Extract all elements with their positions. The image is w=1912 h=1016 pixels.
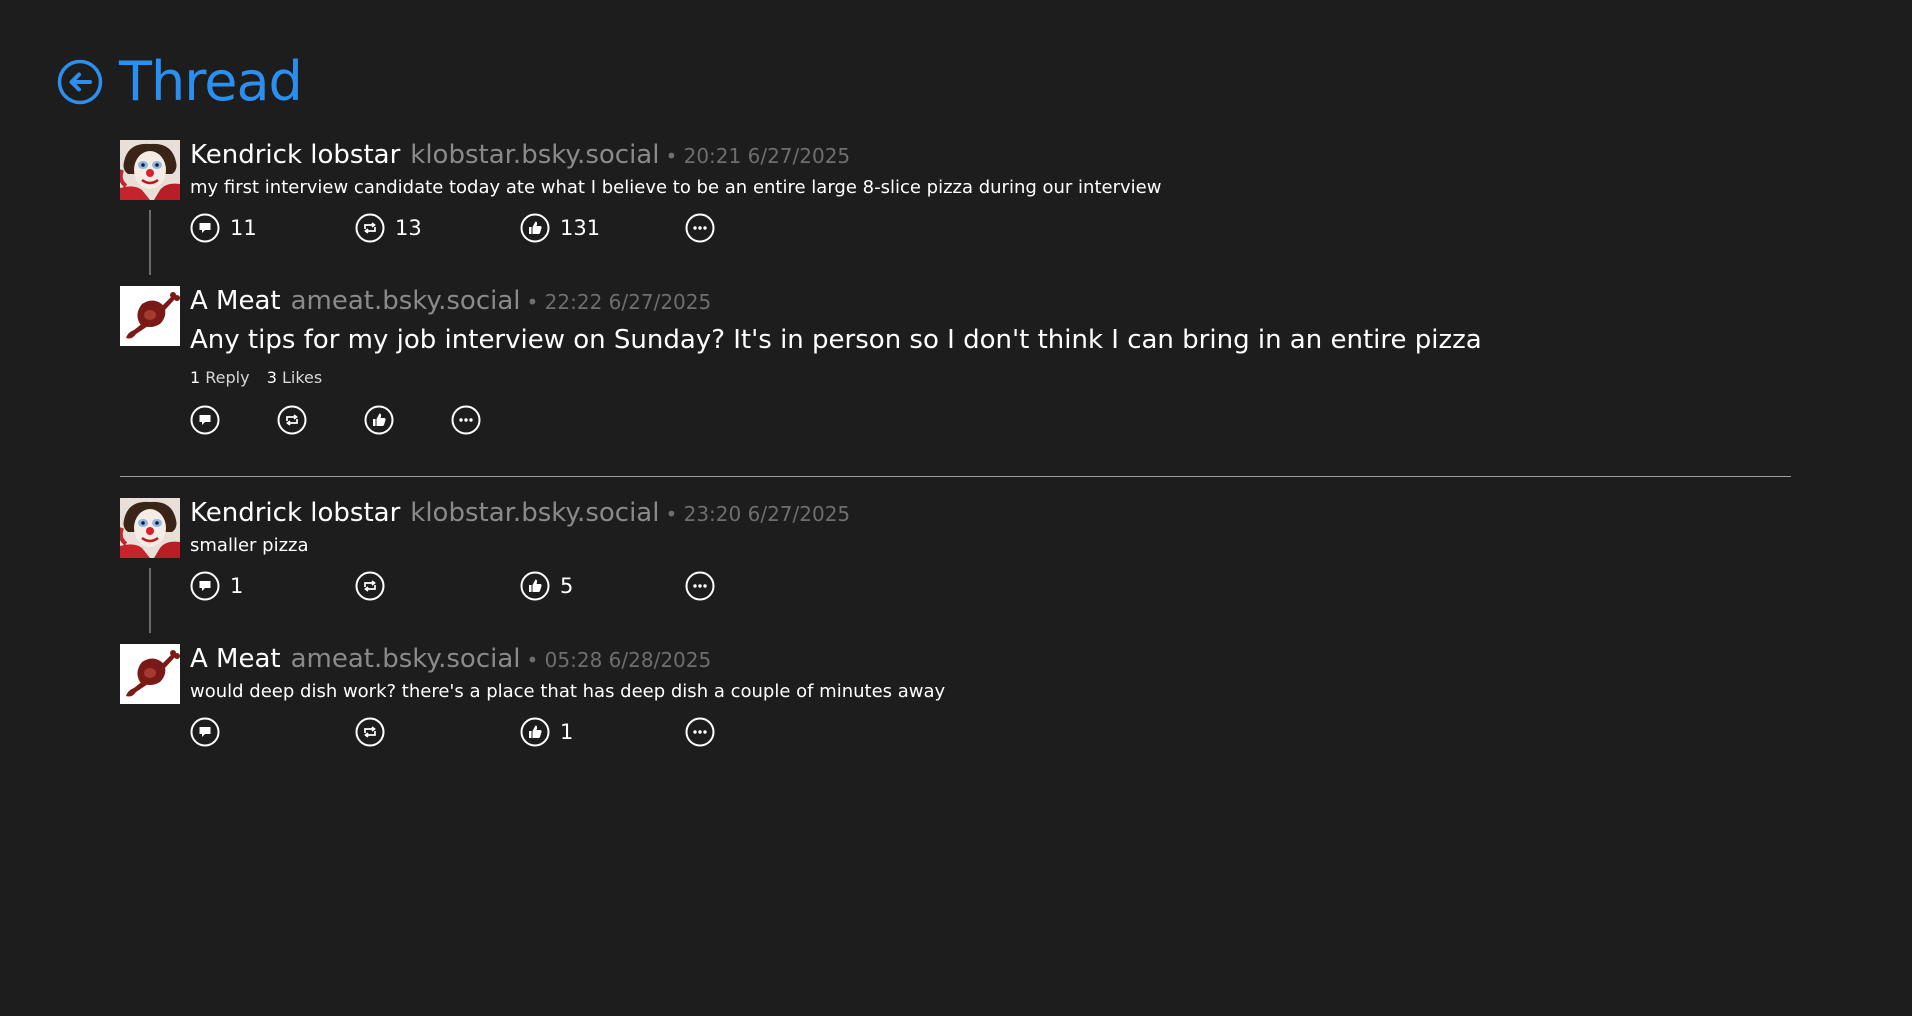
- author-handle[interactable]: ameat.bsky.social: [291, 644, 521, 674]
- avatar[interactable]: [120, 498, 180, 558]
- like-count: 5: [560, 574, 574, 598]
- thumbs-up-icon: [520, 717, 550, 747]
- post-text: would deep dish work? there's a place th…: [190, 681, 946, 702]
- post-card[interactable]: A Meat ameat.bsky.social • 05:28 6/28/20…: [120, 644, 1792, 754]
- reply-button[interactable]: [190, 716, 230, 748]
- thumbs-up-icon: [520, 213, 550, 243]
- reply-bubble-icon: [190, 213, 220, 243]
- post-text: smaller pizza: [190, 535, 309, 556]
- author-name[interactable]: A Meat: [190, 286, 281, 316]
- thumbs-up-icon: [364, 405, 394, 435]
- post-meta: Kendrick lobstar klobstar.bsky.social • …: [190, 140, 1790, 176]
- like-button[interactable]: 1: [520, 716, 573, 748]
- like-stat-label[interactable]: Likes: [282, 368, 322, 387]
- more-button[interactable]: [685, 212, 715, 244]
- author-name[interactable]: Kendrick lobstar: [190, 498, 400, 528]
- repost-button[interactable]: [277, 404, 307, 436]
- post-timestamp: • 23:20 6/27/2025: [665, 502, 851, 526]
- post-actions: 11 13 131: [190, 212, 1790, 244]
- repost-button[interactable]: 13: [355, 212, 422, 244]
- like-button[interactable]: 131: [520, 212, 600, 244]
- more-button[interactable]: [685, 570, 715, 602]
- author-handle[interactable]: klobstar.bsky.social: [410, 498, 659, 528]
- more-button[interactable]: [685, 716, 715, 748]
- like-count: 1: [560, 720, 574, 744]
- post-stats: 1 Reply 3 Likes: [190, 368, 1790, 390]
- like-button[interactable]: [364, 404, 394, 436]
- post-text: Any tips for my job interview on Sunday?…: [190, 325, 1482, 355]
- repost-arrows-icon: [355, 571, 385, 601]
- repost-arrows-icon: [355, 717, 385, 747]
- reply-stat-label[interactable]: Reply: [205, 368, 249, 387]
- author-name[interactable]: Kendrick lobstar: [190, 140, 400, 170]
- post-timestamp: • 05:28 6/28/2025: [526, 648, 712, 672]
- author-name[interactable]: A Meat: [190, 644, 281, 674]
- post-actions: [190, 404, 1790, 436]
- meat-avatar-icon: [120, 286, 180, 346]
- post-actions: 1: [190, 716, 1790, 748]
- post-body: A Meat ameat.bsky.social • 22:22 6/27/20…: [190, 286, 1790, 436]
- post-card-focused[interactable]: A Meat ameat.bsky.social • 22:22 6/27/20…: [120, 286, 1792, 446]
- thread-connector-line: [149, 210, 151, 275]
- reply-count: 1: [230, 574, 244, 598]
- thumbs-up-icon: [520, 571, 550, 601]
- post-card[interactable]: Kendrick lobstar klobstar.bsky.social • …: [120, 498, 1792, 633]
- post-timestamp: • 20:21 6/27/2025: [665, 144, 851, 168]
- reply-bubble-icon: [190, 405, 220, 435]
- avatar[interactable]: [120, 644, 180, 704]
- page-header: Thread: [57, 50, 303, 114]
- post-meta: Kendrick lobstar klobstar.bsky.social • …: [190, 498, 1790, 534]
- more-dots-icon: [685, 213, 715, 243]
- author-handle[interactable]: klobstar.bsky.social: [410, 140, 659, 170]
- post-actions: 1 5: [190, 570, 1790, 602]
- avatar[interactable]: [120, 286, 180, 346]
- post-meta: A Meat ameat.bsky.social • 05:28 6/28/20…: [190, 644, 1790, 680]
- reply-bubble-icon: [190, 717, 220, 747]
- thread-connector-line: [149, 568, 151, 633]
- page-title: Thread: [119, 50, 303, 113]
- more-dots-icon: [451, 405, 481, 435]
- like-button[interactable]: 5: [520, 570, 573, 602]
- back-button[interactable]: [57, 59, 103, 105]
- reply-button[interactable]: 1: [190, 570, 243, 602]
- more-dots-icon: [685, 717, 715, 747]
- post-body: Kendrick lobstar klobstar.bsky.social • …: [190, 140, 1790, 244]
- reply-bubble-icon: [190, 571, 220, 601]
- thread-page: Thread Kendrick lobstar klobstar.bsky.so…: [0, 0, 1912, 1016]
- repost-button[interactable]: [355, 716, 395, 748]
- reply-count: 11: [230, 216, 257, 240]
- post-body: A Meat ameat.bsky.social • 05:28 6/28/20…: [190, 644, 1790, 748]
- meat-avatar-icon: [120, 644, 180, 704]
- reply-button[interactable]: [190, 404, 220, 436]
- repost-arrows-icon: [355, 213, 385, 243]
- post-body: Kendrick lobstar klobstar.bsky.social • …: [190, 498, 1790, 602]
- post-timestamp: • 22:22 6/27/2025: [526, 290, 712, 314]
- avatar[interactable]: [120, 140, 180, 200]
- thread-separator: [120, 476, 1791, 477]
- more-button[interactable]: [451, 404, 481, 436]
- repost-button[interactable]: [355, 570, 395, 602]
- like-count: 131: [560, 216, 601, 240]
- like-stat-number: 3: [266, 368, 277, 387]
- post-text: my first interview candidate today ate w…: [190, 177, 1162, 198]
- repost-count: 13: [395, 216, 422, 240]
- author-handle[interactable]: ameat.bsky.social: [291, 286, 521, 316]
- repost-arrows-icon: [277, 405, 307, 435]
- reply-stat-number: 1: [190, 368, 201, 387]
- post-card[interactable]: Kendrick lobstar klobstar.bsky.social • …: [120, 140, 1792, 275]
- clown-avatar-icon: [120, 498, 180, 558]
- clown-avatar-icon: [120, 140, 180, 200]
- more-dots-icon: [685, 571, 715, 601]
- reply-button[interactable]: 11: [190, 212, 257, 244]
- arrow-left-circle-icon: [57, 59, 103, 105]
- post-meta: A Meat ameat.bsky.social • 22:22 6/27/20…: [190, 286, 1790, 322]
